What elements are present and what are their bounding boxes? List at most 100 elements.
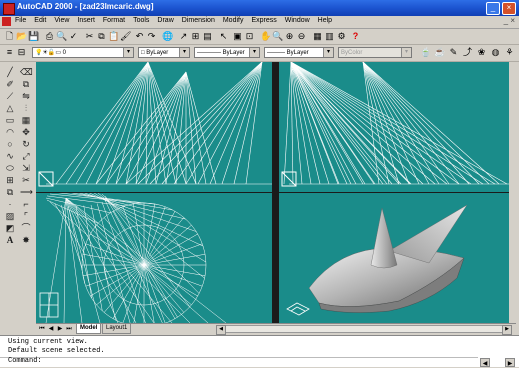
spell-icon[interactable]: ✓	[68, 31, 79, 42]
break-icon[interactable]: ⌐	[20, 198, 32, 210]
lights-icon[interactable]: ✎	[448, 47, 459, 58]
vertical-scrollbar[interactable]	[509, 62, 516, 323]
erase-icon[interactable]: ⌫	[20, 66, 33, 78]
menu-help[interactable]: Help	[317, 17, 333, 24]
insert-icon[interactable]: ⧉	[4, 186, 16, 198]
chevron-down-icon[interactable]: ▾	[249, 48, 259, 57]
horizontal-scrollbar[interactable]: ◀ ▶	[216, 325, 512, 335]
print-icon[interactable]: ⎙	[44, 31, 55, 42]
pan-icon[interactable]: ✋	[260, 31, 271, 42]
menu-format[interactable]: Format	[102, 17, 126, 24]
print-preview-icon[interactable]: 🔍	[56, 31, 67, 42]
menu-draw[interactable]: Draw	[156, 17, 174, 24]
redraw-icon[interactable]: ↖	[218, 31, 229, 42]
viewport-top-right[interactable]	[279, 62, 516, 192]
dbconnect-icon[interactable]: ⚙	[336, 31, 347, 42]
menu-view[interactable]: View	[53, 17, 70, 24]
rotate-icon[interactable]: ↻	[20, 138, 32, 150]
menu-tools[interactable]: Tools	[132, 17, 150, 24]
stretch-icon[interactable]: ⇲	[20, 162, 32, 174]
line-icon[interactable]: ╱	[4, 66, 16, 78]
redo-icon[interactable]: ↷	[146, 31, 157, 42]
viewport-bottom-left[interactable]	[36, 193, 272, 323]
undo-icon[interactable]: ↶	[134, 31, 145, 42]
viewport-bottom-right-shaded[interactable]	[279, 193, 516, 323]
array-icon[interactable]: ▦	[20, 114, 32, 126]
point-icon[interactable]: ·	[4, 198, 16, 210]
tracking-icon[interactable]: ↗	[178, 31, 189, 42]
cut-icon[interactable]: ✂	[84, 31, 95, 42]
text-icon[interactable]: A	[4, 234, 16, 246]
close-button[interactable]: ×	[502, 2, 516, 15]
block-icon[interactable]: ⊞	[4, 174, 16, 186]
menu-insert[interactable]: Insert	[76, 17, 96, 24]
help-icon[interactable]: ?	[350, 31, 361, 42]
rectangle-icon[interactable]: ▭	[4, 114, 16, 126]
materials-icon[interactable]: ⤴	[462, 47, 473, 58]
layer-manager-icon[interactable]: ≡	[4, 47, 15, 58]
scroll-right-icon[interactable]: ▶	[502, 325, 512, 335]
menu-file[interactable]: File	[14, 17, 27, 24]
fillet-icon[interactable]: ⌒	[20, 222, 32, 234]
landscape-icon[interactable]: ❀	[476, 47, 487, 58]
menu-window[interactable]: Window	[284, 17, 311, 24]
autocad-app-icon[interactable]	[3, 3, 15, 15]
mirror-icon[interactable]: ⇋	[20, 90, 32, 102]
zoom-window-icon[interactable]: ⊕	[284, 31, 295, 42]
command-window[interactable]: Using current view. Default scene select…	[0, 335, 519, 367]
zoom-realtime-icon[interactable]: 🔍	[272, 31, 283, 42]
pline-icon[interactable]: ⟋	[4, 90, 16, 102]
scene-icon[interactable]: ☕	[434, 47, 445, 58]
make-current-layer-icon[interactable]: ⊟	[16, 47, 27, 58]
tab-layout1[interactable]: Layout1	[102, 324, 132, 334]
hyperlink-icon[interactable]: 🌐	[162, 31, 173, 42]
extend-icon[interactable]: ⟶	[20, 186, 33, 198]
open-icon[interactable]: 📂	[16, 31, 27, 42]
document-icon[interactable]	[2, 17, 11, 26]
circle-icon[interactable]: ○	[4, 138, 16, 150]
color-dropdown[interactable]: □ ByLayer ▾	[138, 47, 190, 58]
scale-icon[interactable]: ⤢	[20, 150, 32, 162]
drawing-area[interactable]	[36, 62, 516, 323]
next-tab-icon[interactable]: ▶	[56, 325, 64, 333]
spline-icon[interactable]: ∿	[4, 150, 16, 162]
chevron-down-icon[interactable]: ▾	[323, 48, 333, 57]
background-icon[interactable]: ◍	[490, 47, 501, 58]
viewport-top-left[interactable]	[36, 62, 272, 192]
menu-dimension[interactable]: Dimension	[181, 17, 216, 24]
chevron-down-icon[interactable]: ▾	[179, 48, 189, 57]
last-tab-icon[interactable]: ⏭	[65, 325, 73, 333]
explode-icon[interactable]: ✸	[20, 234, 32, 246]
layer-dropdown[interactable]: 💡☀🔓▭ 0 ▾	[32, 47, 134, 58]
region-icon[interactable]: ◩	[4, 222, 16, 234]
command-prompt[interactable]: Command:	[8, 357, 42, 366]
chamfer-icon[interactable]: ⌜	[20, 210, 32, 222]
trim-icon[interactable]: ✂	[20, 174, 32, 186]
new-icon[interactable]: 🗋	[4, 31, 15, 42]
first-tab-icon[interactable]: ⏮	[38, 325, 46, 333]
ellipse-icon[interactable]: ⬭	[4, 162, 16, 174]
scroll-left-icon[interactable]: ◀	[216, 325, 226, 335]
minimize-button[interactable]: _	[486, 2, 500, 15]
paste-icon[interactable]: 📋	[108, 31, 119, 42]
prev-tab-icon[interactable]: ◀	[47, 325, 55, 333]
document-window-controls[interactable]: _ ×	[504, 16, 515, 25]
xline-icon[interactable]: ✐	[4, 78, 16, 90]
offset-icon[interactable]: ⫶	[20, 102, 32, 114]
arc-icon[interactable]: ◠	[4, 126, 16, 138]
properties-icon[interactable]: ▦	[312, 31, 323, 42]
menu-express[interactable]: Express	[250, 17, 277, 24]
inquiry-icon[interactable]: ▤	[202, 31, 213, 42]
copy-icon[interactable]: ⧉	[96, 31, 107, 42]
menu-edit[interactable]: Edit	[33, 17, 47, 24]
lineweight-dropdown[interactable]: ——— ByLayer ▾	[264, 47, 334, 58]
3d-orbit-icon[interactable]: ⊡	[244, 31, 255, 42]
zoom-previous-icon[interactable]: ⊖	[296, 31, 307, 42]
fog-icon[interactable]: ⚘	[504, 47, 515, 58]
render-icon[interactable]: 🍵	[420, 47, 431, 58]
save-icon[interactable]: 💾	[28, 31, 39, 42]
ucs-icon[interactable]: ⊞	[190, 31, 201, 42]
copy-icon[interactable]: ⧉	[20, 78, 32, 90]
match-properties-icon[interactable]: 🖌	[120, 31, 131, 42]
linetype-dropdown[interactable]: ———— ByLayer ▾	[194, 47, 260, 58]
